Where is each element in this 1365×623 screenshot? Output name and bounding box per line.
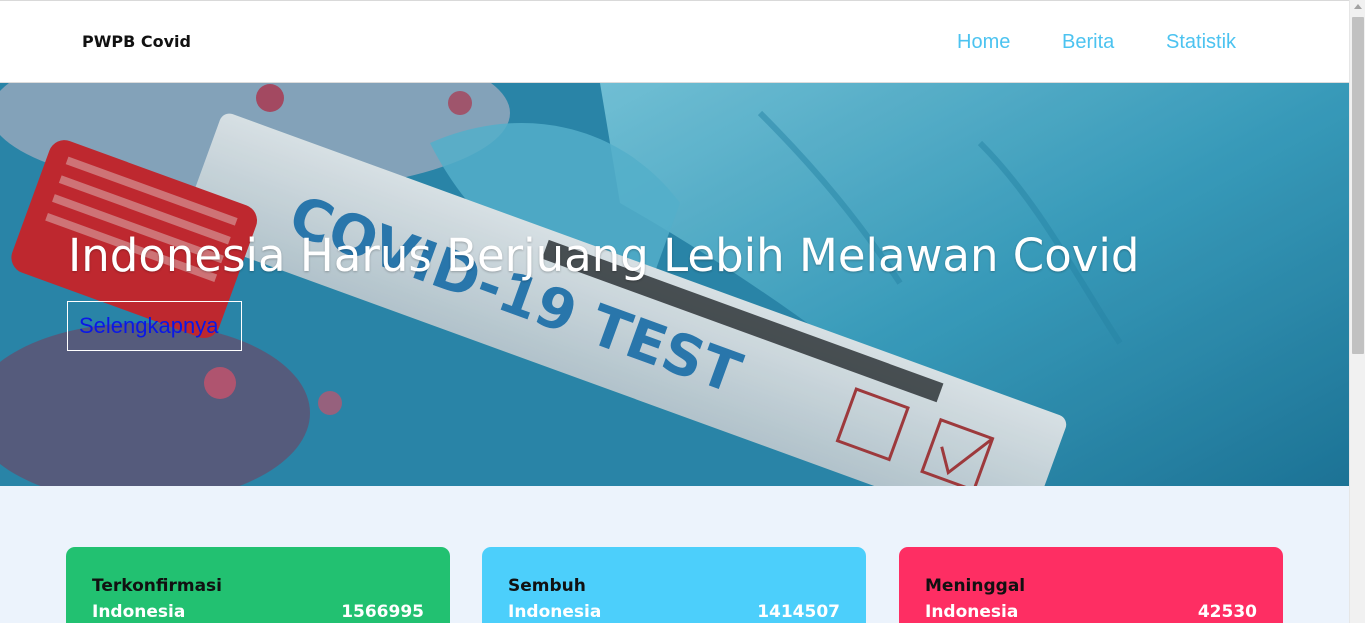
hero-background-image: COVID-19 TEST <box>0 83 1349 486</box>
stat-card-value: 42530 <box>1197 602 1257 622</box>
stat-card-recovered: Sembuh Indonesia 1414507 <box>482 547 866 623</box>
vertical-scrollbar[interactable] <box>1349 0 1365 623</box>
scrollbar-thumb[interactable] <box>1352 17 1364 354</box>
stat-card-value: 1414507 <box>757 602 840 622</box>
nav-link-home[interactable]: Home <box>957 31 1010 54</box>
stat-card-confirmed: Terkonfirmasi Indonesia 1566995 <box>66 547 450 623</box>
read-more-button[interactable]: Selengkapnya <box>67 301 242 351</box>
navbar: PWPB Covid Home Berita Statistik <box>0 1 1349 83</box>
stats-section: Terkonfirmasi Indonesia 1566995 Sembuh I… <box>0 486 1349 623</box>
stat-card-country: Indonesia <box>925 602 1019 622</box>
nav-link-statistik[interactable]: Statistik <box>1166 31 1236 54</box>
scroll-up-arrow-icon[interactable] <box>1354 4 1362 9</box>
stat-card-title: Meninggal <box>925 576 1026 596</box>
stat-card-title: Terkonfirmasi <box>92 576 222 596</box>
stat-card-deaths: Meninggal Indonesia 42530 <box>899 547 1283 623</box>
stat-card-value: 1566995 <box>341 602 424 622</box>
brand-logo[interactable]: PWPB Covid <box>82 32 191 51</box>
hero-banner: COVID-19 TEST Indonesia Harus Berjuang L… <box>0 83 1349 486</box>
stat-card-country: Indonesia <box>508 602 602 622</box>
stat-card-title: Sembuh <box>508 576 586 596</box>
nav-link-berita[interactable]: Berita <box>1062 31 1114 54</box>
stat-card-country: Indonesia <box>92 602 186 622</box>
hero-title: Indonesia Harus Berjuang Lebih Melawan C… <box>68 229 1140 282</box>
